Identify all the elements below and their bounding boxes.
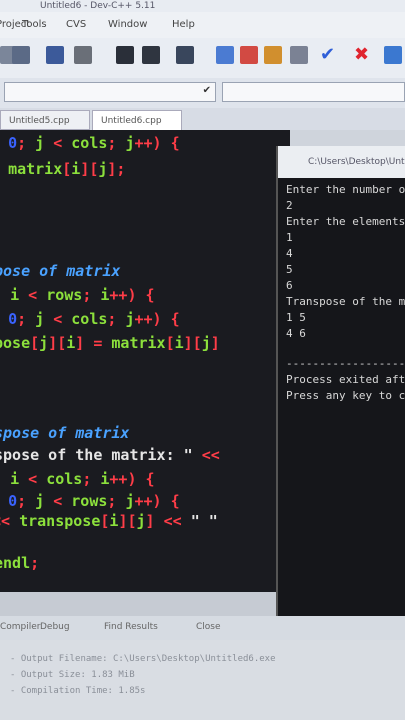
code-line: spose of the matrix: " << (0, 446, 220, 464)
log-line: - Compilation Time: 1.85s (10, 686, 146, 696)
combo-bar: ✔ (0, 78, 405, 108)
run-icon[interactable] (74, 46, 92, 64)
console-line: 1 (286, 231, 293, 244)
shield-icon[interactable] (176, 46, 194, 64)
console-line: 1 5 (286, 311, 306, 324)
code-comment: spose of matrix (0, 424, 130, 442)
bottom-tabs: Compiler Debug Find Results Close (0, 616, 405, 640)
class-icon[interactable] (240, 46, 258, 64)
code-line: ; i < cols; i++) { (0, 470, 155, 488)
toolbar: ✔ ✖ (0, 38, 405, 79)
find-icon[interactable] (12, 46, 30, 64)
compiler-select[interactable]: ✔ (4, 82, 216, 102)
menu-window[interactable]: Window (108, 19, 147, 30)
code-line: << transpose[i][j] << " " (0, 512, 218, 530)
chart-bars-icon[interactable] (384, 46, 402, 64)
menu-help[interactable]: Help (172, 19, 195, 30)
compile-icon[interactable] (46, 46, 64, 64)
console-line: 4 6 (286, 327, 306, 340)
log-line: - Output Size: 1.83 MiB (10, 670, 135, 680)
window-title: Untitled6 - Dev-C++ 5.11 (40, 1, 156, 11)
menu-tools[interactable]: Tools (22, 19, 47, 30)
console-line: Process exited after 12.35 seconds (286, 373, 405, 386)
stop-icon[interactable] (142, 46, 160, 64)
code-line: = 0; j < cols; j++) { (8, 310, 180, 328)
debug-icon[interactable] (116, 46, 134, 64)
tab-close[interactable]: Close (196, 622, 221, 632)
console-line: 5 (286, 263, 293, 276)
close-icon[interactable]: ✖ (354, 46, 372, 64)
menu-cvs[interactable]: CVS (66, 19, 86, 30)
tab-compiler[interactable]: Compiler (0, 622, 41, 632)
code-line: > matrix[i][j]; (8, 160, 126, 178)
console-divider: -------------------------------- (286, 357, 405, 370)
console-line: Enter the number of rows and columns: (286, 183, 405, 196)
tab-untitled5[interactable]: Untitled5.cpp (0, 110, 90, 130)
profile-icon[interactable] (290, 46, 308, 64)
tab-untitled6[interactable]: Untitled6.cpp (92, 110, 182, 130)
console-window[interactable]: C:\Users\Desktop\Untitled6.exe Enter the… (276, 146, 405, 631)
function-select[interactable] (222, 82, 405, 102)
log-line: - Output Filename: C:\Users\Desktop\Unti… (10, 654, 276, 664)
tab-find-results[interactable]: Find Results (104, 622, 158, 632)
code-line: pose[j][i] = matrix[i][j] (0, 334, 220, 352)
console-line: 2 (286, 199, 293, 212)
tab-debug[interactable]: Debug (40, 622, 70, 632)
editor-scrollbar[interactable] (0, 592, 290, 616)
code-line: = 0; j < rows; j++) { (8, 492, 180, 510)
check-icon[interactable]: ✔ (320, 46, 338, 64)
console-line: Press any key to continue . . . (286, 389, 405, 402)
chart-icon[interactable] (264, 46, 282, 64)
compile-log: - Output Filename: C:\Users\Desktop\Unti… (0, 640, 405, 720)
code-editor[interactable]: = 0; j < cols; j++) { > matrix[i][j]; po… (0, 130, 290, 592)
editor-tabs: Untitled5.cpp Untitled6.cpp (0, 108, 405, 130)
code-line: ; i < rows; i++) { (0, 286, 155, 304)
console-line: Enter the elements of the matrix: (286, 215, 405, 228)
console-line: 4 (286, 247, 293, 260)
menu-bar: Project Tools CVS Window Help (0, 12, 405, 38)
code-comment: pose of matrix (0, 262, 121, 280)
console-title: C:\Users\Desktop\Untitled6.exe (278, 146, 405, 178)
console-line: 6 (286, 279, 293, 292)
code-line: endl; (0, 554, 40, 572)
title-bar: Untitled6 - Dev-C++ 5.11 (0, 0, 405, 12)
grid-icon[interactable] (216, 46, 234, 64)
chevron-down-icon[interactable]: ✔ (203, 85, 211, 96)
console-line: Transpose of the matrix: (286, 295, 405, 308)
code-line: = 0; j < cols; j++) { (8, 134, 180, 152)
